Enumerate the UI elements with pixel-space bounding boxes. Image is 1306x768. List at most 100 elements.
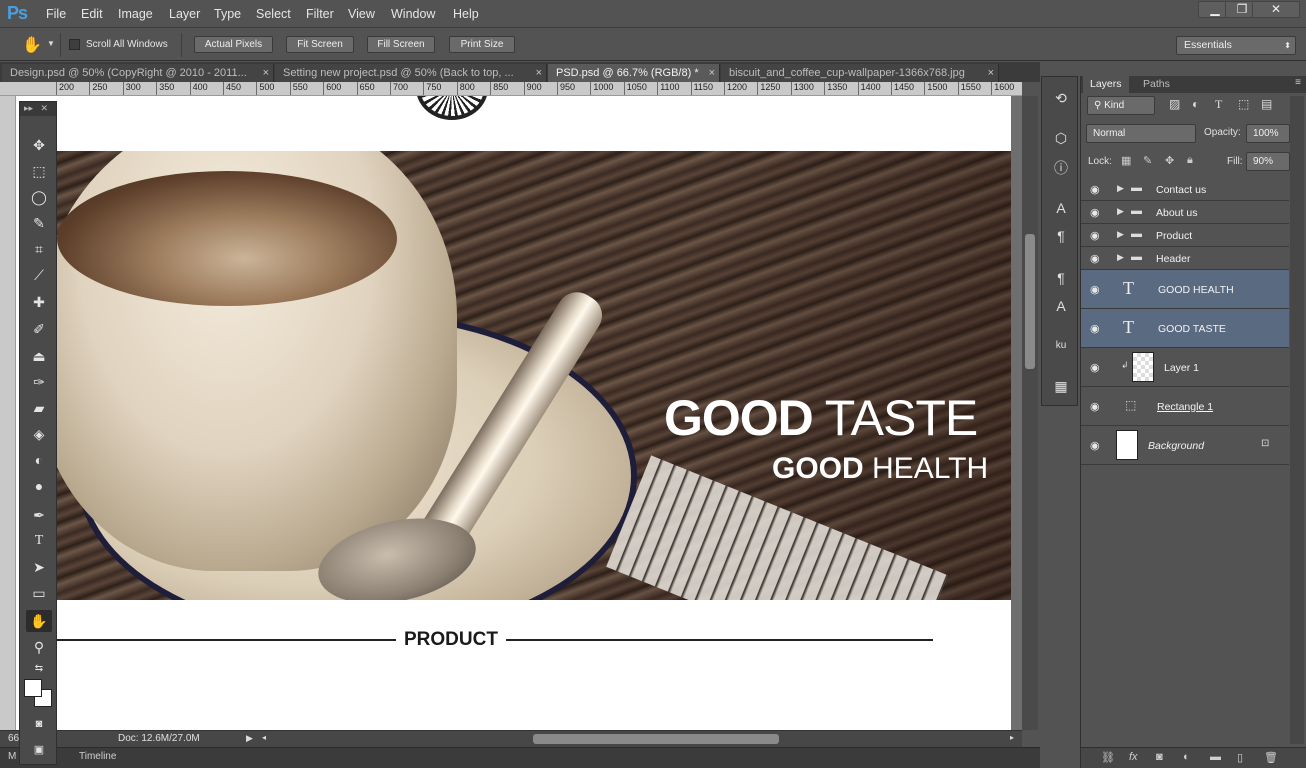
- healing-tool-icon[interactable]: ✚: [26, 291, 52, 313]
- layer-row-good-taste[interactable]: ◉ T GOOD TASTE: [1081, 309, 1289, 348]
- lock-image-icon[interactable]: ✎: [1143, 154, 1152, 167]
- character-panel-icon[interactable]: A: [1050, 197, 1072, 219]
- menu-window[interactable]: Window: [391, 7, 435, 21]
- 3d-panel-icon[interactable]: ⬡: [1050, 127, 1072, 149]
- adjustment-filter-icon[interactable]: ◐: [1192, 97, 1199, 111]
- print-size-button[interactable]: Print Size: [449, 36, 515, 53]
- expand-arrow-icon[interactable]: ▶: [1117, 252, 1124, 263]
- expand-arrow-icon[interactable]: ▶: [1117, 206, 1124, 217]
- shape-filter-icon[interactable]: ⬚: [1238, 97, 1249, 111]
- scroll-left-icon[interactable]: ◂: [262, 733, 266, 742]
- tab-layers[interactable]: Layers: [1083, 76, 1129, 93]
- eye-icon[interactable]: ◉: [1090, 229, 1100, 242]
- add-mask-icon[interactable]: ◙: [1156, 751, 1163, 763]
- quick-mask-icon[interactable]: ◙: [26, 713, 52, 735]
- rectangle-tool-icon[interactable]: ▭: [26, 582, 52, 604]
- close-icon[interactable]: ×: [263, 64, 269, 82]
- lock-all-icon[interactable]: 🔒︎: [1187, 154, 1193, 167]
- document-canvas[interactable]: GOOD TASTE GOOD HEALTH PRODUCT: [16, 96, 1011, 730]
- pen-tool-icon[interactable]: ✒: [26, 504, 52, 526]
- menu-edit[interactable]: Edit: [81, 7, 103, 21]
- paint-bucket-tool-icon[interactable]: ◈: [26, 423, 52, 445]
- eye-icon[interactable]: ◉: [1090, 252, 1100, 265]
- panel-menu-icon[interactable]: ≡: [1295, 77, 1301, 88]
- scrollbar-thumb[interactable]: [1025, 234, 1035, 369]
- swatches-panel-icon[interactable]: ▦: [1050, 375, 1072, 397]
- opacity-input[interactable]: 100%: [1246, 124, 1290, 143]
- eraser-tool-icon[interactable]: ▰: [26, 397, 52, 419]
- tab-psd-psd[interactable]: PSD.psd @ 66.7% (RGB/8) * ×: [548, 64, 720, 82]
- status-menu-arrow-icon[interactable]: ▶: [246, 733, 253, 744]
- eye-icon[interactable]: ◉: [1090, 361, 1100, 374]
- paragraph-styles-icon[interactable]: ¶: [1050, 267, 1072, 289]
- zoom-tool-icon[interactable]: ⚲: [26, 636, 52, 658]
- foreground-color-swatch[interactable]: [24, 679, 42, 697]
- crop-tool-icon[interactable]: ⌗: [26, 238, 52, 260]
- lasso-tool-icon[interactable]: ◯: [26, 186, 52, 208]
- horizontal-scrollbar-thumb[interactable]: [533, 734, 779, 744]
- layer-row-about-us[interactable]: ◉ ▶ ▬ About us: [1081, 201, 1289, 224]
- new-group-icon[interactable]: ▬: [1210, 751, 1221, 763]
- zoom-level[interactable]: 66: [8, 733, 19, 744]
- eye-icon[interactable]: ◉: [1090, 183, 1100, 196]
- vertical-ruler[interactable]: [0, 96, 16, 730]
- layer-row-contact-us[interactable]: ◉ ▶ ▬ Contact us: [1081, 178, 1289, 201]
- fill-input[interactable]: 90%: [1246, 152, 1290, 171]
- expand-arrow-icon[interactable]: ▶: [1117, 183, 1124, 194]
- timeline-tab[interactable]: Timeline: [79, 751, 116, 762]
- workspace-select[interactable]: Essentials ⬍: [1176, 36, 1296, 55]
- lock-transparent-icon[interactable]: ▦: [1121, 154, 1131, 167]
- quick-select-tool-icon[interactable]: ✎: [26, 212, 52, 234]
- swap-colors-icon[interactable]: ⇆: [26, 658, 52, 680]
- type-tool-icon[interactable]: T: [26, 530, 52, 552]
- close-icon[interactable]: ×: [988, 64, 994, 82]
- character-styles-icon[interactable]: A: [1050, 295, 1072, 317]
- adjustment-layer-icon[interactable]: ◐: [1183, 751, 1190, 763]
- close-icon[interactable]: ×: [709, 64, 715, 82]
- vertical-scrollbar[interactable]: [1022, 96, 1038, 730]
- lock-position-icon[interactable]: ✥: [1165, 154, 1174, 167]
- fit-screen-button[interactable]: Fit Screen: [286, 36, 354, 53]
- tab-design-psd[interactable]: Design.psd @ 50% (CopyRight @ 2010 - 201…: [2, 64, 274, 82]
- new-layer-icon[interactable]: ▯: [1237, 751, 1243, 764]
- tab-biscuit-wallpaper[interactable]: biscuit_and_coffee_cup-wallpaper-1366x76…: [721, 64, 999, 82]
- chevron-down-icon[interactable]: ▼: [47, 39, 55, 48]
- menu-filter[interactable]: Filter: [306, 7, 334, 21]
- eye-icon[interactable]: ◉: [1090, 439, 1100, 452]
- fill-screen-button[interactable]: Fill Screen: [367, 36, 435, 53]
- link-layers-icon[interactable]: ⛓: [1101, 751, 1115, 764]
- close-window-button[interactable]: ✕: [1252, 1, 1300, 18]
- layer-row-header[interactable]: ◉ ▶ ▬ Header: [1081, 247, 1289, 270]
- menu-help[interactable]: Help: [453, 7, 479, 21]
- mini-bridge-tab[interactable]: M: [8, 751, 16, 762]
- layer-row-rectangle-1[interactable]: ◉ ⬚ Rectangle 1: [1081, 387, 1289, 426]
- layer-row-layer-1[interactable]: ◉ ↲ Layer 1: [1081, 348, 1289, 387]
- menu-file[interactable]: File: [46, 7, 66, 21]
- menu-layer[interactable]: Layer: [169, 7, 200, 21]
- history-panel-icon[interactable]: ⟲: [1050, 87, 1072, 109]
- hand-tool-preset-icon[interactable]: ✋: [22, 35, 42, 55]
- brush-tool-icon[interactable]: ✐: [26, 318, 52, 340]
- eye-icon[interactable]: ◉: [1090, 400, 1100, 413]
- menu-image[interactable]: Image: [118, 7, 153, 21]
- info-panel-icon[interactable]: ⓘ: [1050, 157, 1072, 179]
- eye-icon[interactable]: ◉: [1090, 322, 1100, 335]
- tab-paths[interactable]: Paths: [1136, 76, 1177, 93]
- actual-pixels-button[interactable]: Actual Pixels: [194, 36, 273, 53]
- menu-view[interactable]: View: [348, 7, 375, 21]
- blur-tool-icon[interactable]: ◐: [26, 449, 52, 471]
- eyedropper-tool-icon[interactable]: ⟋: [26, 264, 52, 286]
- layers-scrollbar[interactable]: [1290, 96, 1304, 744]
- canvas-area[interactable]: GOOD TASTE GOOD HEALTH PRODUCT: [16, 96, 1022, 730]
- history-brush-tool-icon[interactable]: ✑: [26, 371, 52, 393]
- layer-style-icon[interactable]: fx: [1129, 751, 1138, 763]
- hand-tool-icon[interactable]: ✋: [26, 610, 52, 632]
- path-select-tool-icon[interactable]: ➤: [26, 556, 52, 578]
- expand-arrow-icon[interactable]: ▶: [1117, 229, 1124, 240]
- filter-kind-select[interactable]: ⚲ Kind: [1087, 96, 1155, 115]
- horizontal-ruler[interactable]: 200 250 300 350 400 450 500 550 600 650 700 750 800 8…: [0, 82, 1022, 96]
- paragraph-panel-icon[interactable]: ¶: [1050, 225, 1072, 247]
- layer-row-good-health[interactable]: ◉ T GOOD HEALTH: [1081, 270, 1289, 309]
- tools-panel-header[interactable]: ▸▸ ✕: [20, 102, 56, 116]
- screen-mode-icon[interactable]: ▣: [26, 739, 52, 761]
